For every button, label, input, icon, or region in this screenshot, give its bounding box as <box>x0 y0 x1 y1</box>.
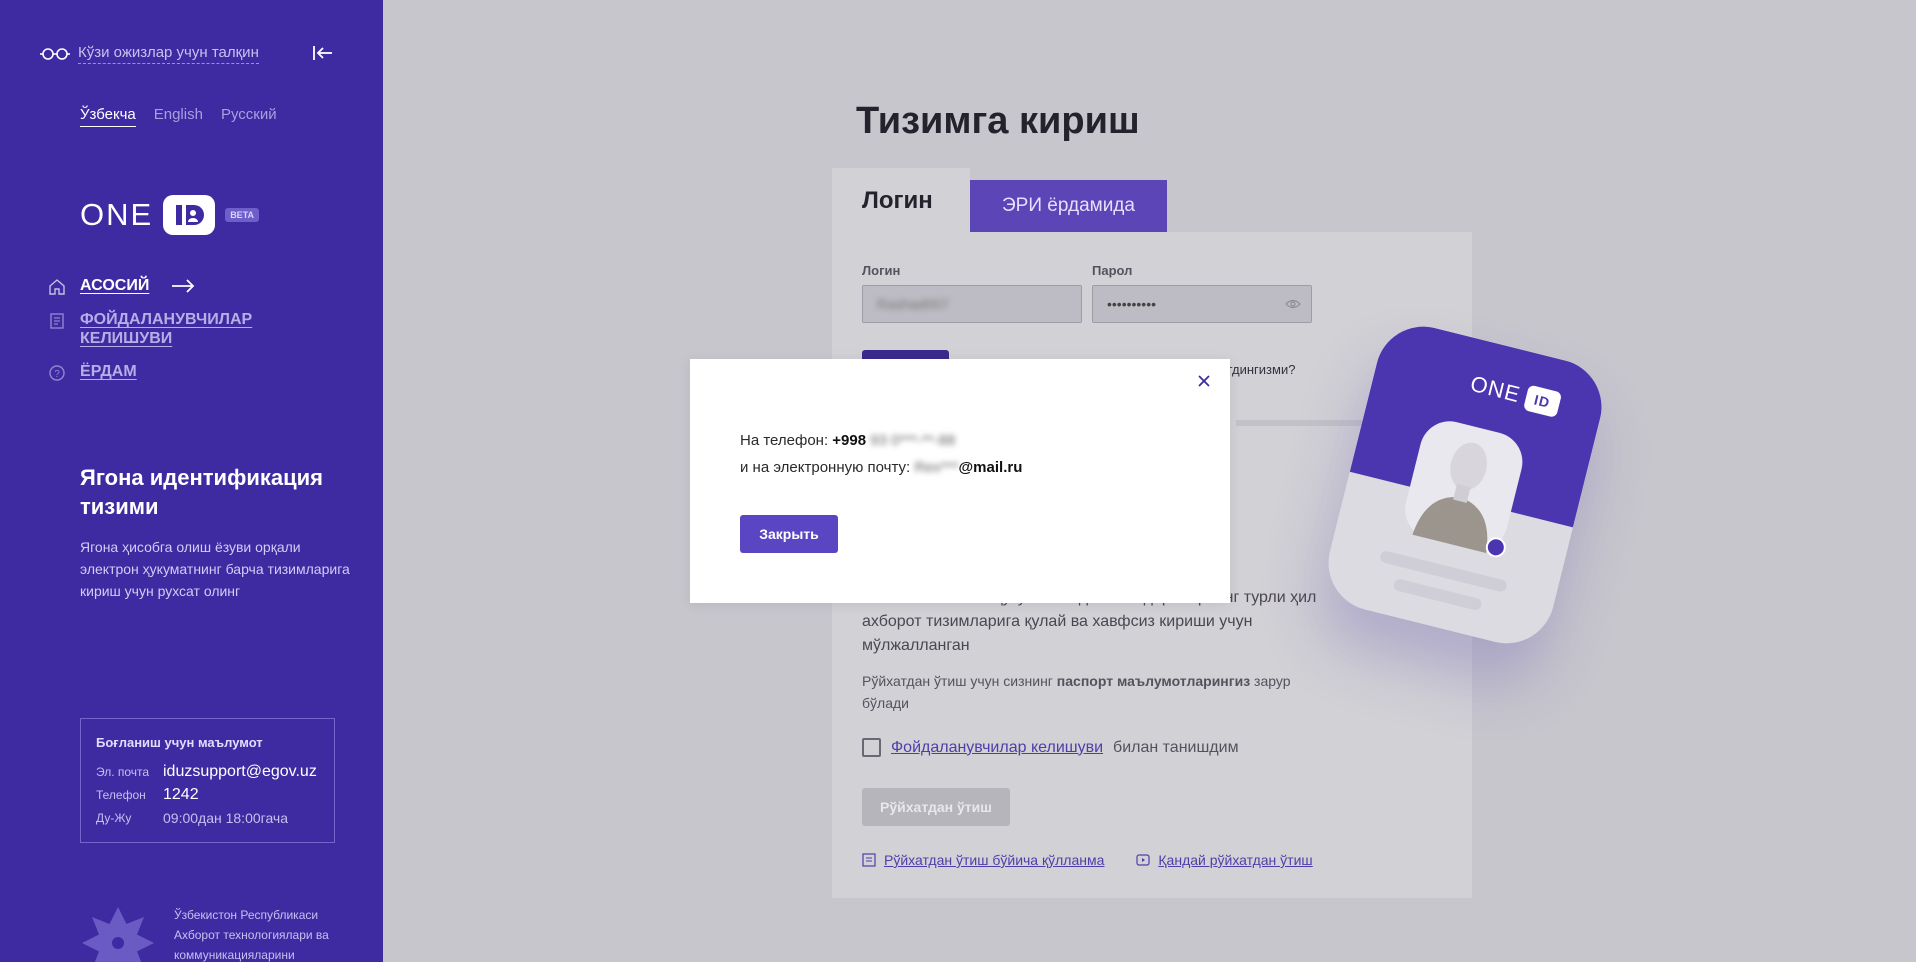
nav-item-main[interactable]: АСОСИЙ <box>48 276 280 296</box>
phone-prefix: На телефон: <box>740 432 833 449</box>
support-hours: 09:00дан 18:00гача <box>163 809 289 826</box>
svg-text:?: ? <box>54 369 60 380</box>
video-link-label[interactable]: Қандай рўйхатдан ўтиш <box>1158 852 1312 868</box>
passport-note-prefix: Рўйхатдан ўтиш учун сизнинг <box>862 673 1057 689</box>
forgot-password-link[interactable]: утдингизми? <box>1220 362 1295 377</box>
modal-email-line: и на электронную почту: Rex***@mail.ru <box>740 459 1022 476</box>
phone-hidden: 93 0***-**-88 <box>870 432 956 449</box>
tab-eri[interactable]: ЭРИ ёрдамида <box>970 180 1167 232</box>
lang-uzbek[interactable]: Ўзбекча <box>80 106 136 127</box>
guide-link[interactable]: Рўйхатдан ўтиш бўйича қўлланма <box>862 852 1104 868</box>
passport-note-bold: паспорт маълумотларингиз <box>1056 673 1251 689</box>
modal-phone-line: На телефон: +998 93 0***-**-88 <box>740 432 955 449</box>
eye-icon[interactable] <box>1285 298 1301 310</box>
login-input-value: Rashad007 <box>877 296 949 312</box>
agreement-row: Фойдаланувчилар келишуви билан танишдим <box>862 738 1239 757</box>
nav-item-agreement[interactable]: ФОЙДАЛАНУВЧИЛАР КЕЛИШУВИ <box>48 310 280 348</box>
close-icon[interactable] <box>1196 373 1212 389</box>
email-hidden: Rex*** <box>914 459 959 476</box>
email-prefix: и на электронную почту: <box>740 459 915 476</box>
system-title: Ягона идентификация тизими <box>80 465 323 519</box>
phone-visible: +998 <box>832 432 867 449</box>
hours-label: Ду-Жу <box>96 810 132 825</box>
nav-label-main[interactable]: АСОСИЙ <box>80 276 149 295</box>
sidebar-nav: АСОСИЙ ФОЙДАЛАНУВЧИЛАР КЕЛИШУВИ ? ЁРДАМ <box>48 276 280 396</box>
email-domain: @mail.ru <box>958 459 1023 476</box>
accessibility-label[interactable]: Кўзи ожизлар учун талқин <box>78 44 259 64</box>
video-link[interactable]: Қандай рўйхатдан ўтиш <box>1136 852 1313 868</box>
login-field-label: Логин <box>862 263 901 278</box>
page-title: Тизимга кириш <box>856 100 1140 142</box>
notification-modal: На телефон: +998 93 0***-**-88 и на элек… <box>690 359 1230 603</box>
accessibility-toggle[interactable]: Кўзи ожизлар учун талқин <box>40 44 259 64</box>
video-play-icon <box>1136 854 1150 866</box>
nav-item-help[interactable]: ? ЁРДАМ <box>48 362 280 382</box>
sidebar: Кўзи ожизлар учун талқин Ўзбекча English… <box>0 0 383 962</box>
tab-login[interactable]: Логин <box>832 168 970 238</box>
id-badge-icon <box>163 195 216 235</box>
support-phone[interactable]: 1242 <box>163 786 199 804</box>
email-label: Эл. почта <box>96 764 150 779</box>
logo-text: ONE <box>80 197 154 232</box>
collapse-sidebar-icon[interactable] <box>312 44 334 62</box>
system-description: Ягона ҳисобга олиш ёзуви орқали электрон… <box>80 539 350 599</box>
ministry-block: Ўзбекистон Республикаси Ахборот технолог… <box>80 905 344 962</box>
ministry-emblem-icon <box>82 907 154 962</box>
password-field-label: Парол <box>1092 263 1133 278</box>
language-switcher: Ўзбекча English Русский <box>80 106 277 127</box>
lang-russian[interactable]: Русский <box>221 106 277 127</box>
document-icon <box>862 853 876 867</box>
lang-english[interactable]: English <box>154 106 203 127</box>
home-icon <box>49 279 65 295</box>
phone-label: Телефон <box>96 787 146 802</box>
nav-label-agreement[interactable]: ФОЙДАЛАНУВЧИЛАР КЕЛИШУВИ <box>80 310 280 348</box>
login-input[interactable]: Rashad007 <box>862 285 1082 323</box>
arrow-right-icon <box>172 279 195 293</box>
id-card-illustration: ONE ID <box>1318 316 1620 654</box>
beta-badge: BETA <box>225 208 260 222</box>
help-icon: ? <box>49 365 65 381</box>
oneid-logo[interactable]: ONE BETA <box>80 195 260 235</box>
agreement-suffix: билан танишдим <box>1113 738 1239 756</box>
nav-label-help[interactable]: ЁРДАМ <box>80 362 280 381</box>
password-input[interactable]: •••••••••• <box>1092 285 1312 323</box>
ministry-text: Ўзбекистон Республикаси Ахборот технолог… <box>174 908 329 962</box>
close-button[interactable]: Закрыть <box>740 515 838 553</box>
passport-note: Рўйхатдан ўтиш учун сизнинг паспорт маъл… <box>862 670 1302 714</box>
agreement-link[interactable]: Фойдаланувчилар келишуви <box>891 739 1103 757</box>
agreement-checkbox[interactable] <box>862 738 881 757</box>
help-links: Рўйхатдан ўтиш бўйича қўлланма Қандай рў… <box>862 852 1313 868</box>
register-button[interactable]: Рўйхатдан ўтиш <box>862 788 1010 826</box>
contact-info-box: Боғланиш учун маълумот Эл. почта iduzsup… <box>80 718 335 843</box>
guide-link-label[interactable]: Рўйхатдан ўтиш бўйича қўлланма <box>884 852 1104 868</box>
glasses-icon <box>40 48 70 60</box>
password-input-value: •••••••••• <box>1107 296 1157 312</box>
contact-title: Боғланиш учун маълумот <box>96 735 263 750</box>
support-email[interactable]: iduzsupport@egov.uz <box>163 763 317 781</box>
document-icon <box>50 313 64 329</box>
